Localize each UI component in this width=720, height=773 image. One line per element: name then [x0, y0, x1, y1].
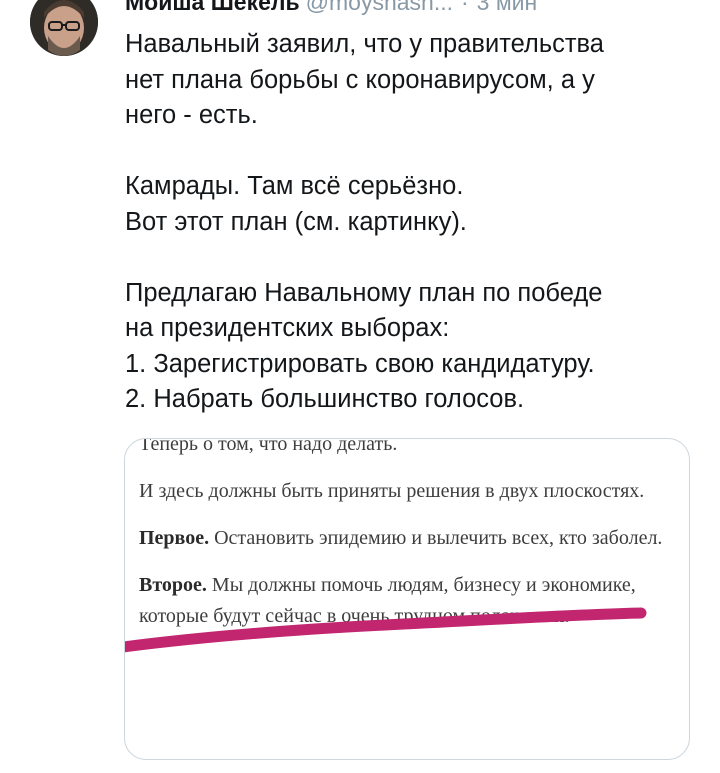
- first-label: Первое.: [139, 527, 210, 549]
- tweet-line: нет плана борьбы с коронавирусом, а у: [125, 65, 595, 94]
- author-handle[interactable]: @moyshash...: [306, 0, 453, 15]
- tweet-text: Навальный заявил, что у правительства не…: [125, 27, 700, 418]
- tweet-line: 1. Зарегистрировать свою кандидатуру.: [125, 349, 595, 378]
- tweet-timestamp[interactable]: 3 мин: [477, 0, 538, 15]
- tweet-line: Навальный заявил, что у правительства: [125, 30, 604, 58]
- separator-dot: ·: [461, 0, 469, 15]
- article-heading: Теперь о том, что надо делать.: [139, 438, 398, 455]
- article-second-point: Второе. Мы должны помочь людям, бизнесу …: [139, 570, 679, 632]
- avatar-photo-icon: [30, 0, 98, 56]
- second-label: Второе.: [139, 574, 207, 596]
- tweet-line: 2. Набрать большинство голосов.: [125, 385, 525, 413]
- tweet-line: Камрады. Там всё серьёзно.: [125, 172, 464, 200]
- tweet-header: Мойша Шекель @moyshash... · 3 мин: [125, 0, 537, 16]
- tweet-line: на президентских выборах:: [125, 314, 450, 342]
- article-first-point: Первое. Остановить эпидемию и вылечить в…: [139, 523, 679, 554]
- article-intro: И здесь должны быть приняты решения в дв…: [139, 480, 645, 502]
- tweet-line: Предлагаю Навальному план по победе: [125, 278, 603, 307]
- attached-image[interactable]: Теперь о том, что надо делать. И здесь д…: [124, 438, 690, 760]
- article-screenshot: Теперь о том, что надо делать. И здесь д…: [139, 438, 679, 648]
- tweet-line: Вот этот план (см. картинку).: [125, 207, 467, 236]
- first-text: Остановить эпидемию и вылечить всех, кто…: [209, 527, 663, 549]
- avatar[interactable]: [30, 0, 98, 56]
- second-text: Мы должны помочь людям, бизнесу и эконом…: [139, 574, 636, 627]
- tweet-line: него - есть.: [125, 101, 258, 129]
- author-name[interactable]: Мойша Шекель: [125, 0, 300, 15]
